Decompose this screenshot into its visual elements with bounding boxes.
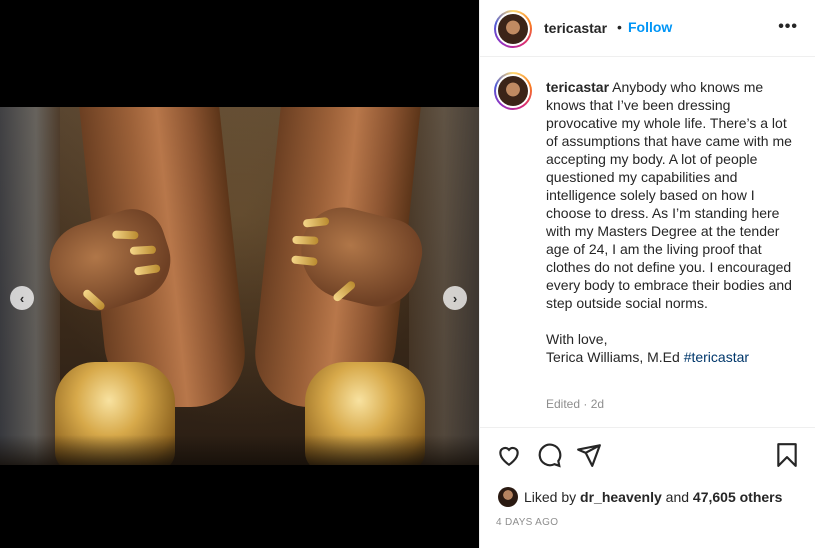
chevron-right-icon: › <box>452 290 458 306</box>
post-media: ‹ › <box>0 0 479 548</box>
gold-nail <box>112 230 139 240</box>
hashtag-link[interactable]: #tericastar <box>684 349 749 365</box>
caption-text: tericastar Anybody who knows me knows th… <box>546 78 801 366</box>
chevron-left-icon: ‹ <box>19 290 25 306</box>
likes-prefix: Liked by <box>524 489 577 505</box>
post-photo[interactable] <box>0 107 479 465</box>
more-options-icon[interactable]: ••• <box>778 18 798 36</box>
previous-image-button[interactable]: ‹ <box>10 286 34 310</box>
caption-signature: Terica Williams, M.Ed <box>546 349 680 365</box>
gold-nail <box>81 288 107 312</box>
gold-nail <box>133 264 161 276</box>
photo-shadow <box>0 435 479 465</box>
next-image-button[interactable]: › <box>443 286 467 310</box>
liker-avatar[interactable] <box>498 487 518 507</box>
header-username[interactable]: tericastar <box>544 20 607 36</box>
caption-avatar[interactable] <box>494 72 532 110</box>
separator-dot: • <box>617 19 622 35</box>
photo-background-left <box>0 107 60 465</box>
gold-nail <box>302 217 330 228</box>
share-icon[interactable] <box>576 442 602 468</box>
gold-nail <box>129 245 157 255</box>
post-timestamp[interactable]: 4 DAYS AGO <box>496 517 558 528</box>
post-header: tericastar • Follow ••• <box>480 0 815 57</box>
caption-section: tericastar Anybody who knows me knows th… <box>480 58 815 428</box>
liker-username[interactable]: dr_heavenly <box>580 489 662 505</box>
comment-icon[interactable] <box>536 442 562 468</box>
caption-username[interactable]: tericastar <box>546 79 609 95</box>
post-details-panel: tericastar • Follow ••• tericastar Anybo… <box>479 0 815 548</box>
likes-count[interactable]: 47,605 others <box>693 489 783 505</box>
heart-icon[interactable] <box>496 442 522 468</box>
gold-nail <box>292 235 319 245</box>
caption-meta: Edited · 2d <box>546 397 605 411</box>
likes-summary: Liked by dr_heavenly and 47,605 others <box>498 487 782 507</box>
avatar-image <box>498 14 528 44</box>
follow-button[interactable]: Follow <box>628 19 672 35</box>
gold-nail <box>331 279 357 303</box>
avatar-image <box>498 76 528 106</box>
avatar[interactable] <box>494 10 532 48</box>
action-bar <box>480 430 815 480</box>
caption-body: Anybody who knows me knows that I’ve bee… <box>546 79 792 311</box>
caption-signoff: With love, <box>546 331 608 347</box>
bookmark-icon[interactable] <box>774 442 800 468</box>
likes-joiner: and <box>665 489 690 505</box>
